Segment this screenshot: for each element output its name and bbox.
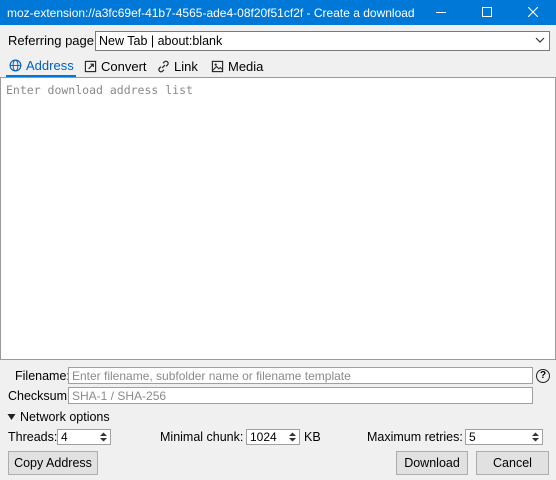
image-icon (211, 60, 224, 72)
minimal-chunk-stepper[interactable]: 1024 (246, 429, 300, 445)
tab-link-label: Link (174, 58, 198, 74)
minimize-button[interactable] (418, 0, 464, 25)
checksum-label: Checksum: (8, 389, 71, 403)
tab-address[interactable]: Address (6, 55, 76, 77)
title-bar: moz-extension://a3fc69ef-41b7-4565-ade4-… (0, 0, 556, 25)
filename-input[interactable] (68, 367, 533, 384)
minimize-icon (436, 12, 446, 13)
referring-page-value: New Tab | about:blank (99, 34, 223, 48)
referring-page-select[interactable]: New Tab | about:blank (95, 31, 550, 51)
address-list-input[interactable] (0, 77, 556, 360)
link-icon (158, 60, 169, 72)
tab-convert-label: Convert (101, 58, 147, 74)
referring-page-label: Referring page: (8, 33, 98, 48)
stepper-arrows-icon[interactable] (98, 431, 109, 443)
globe-icon (9, 59, 22, 71)
maximize-icon (482, 7, 492, 17)
tab-address-label: Address (26, 57, 74, 73)
minimal-chunk-value: 1024 (250, 430, 277, 444)
maximum-retries-stepper[interactable]: 5 (465, 429, 543, 445)
minimal-chunk-label: Minimal chunk: (160, 430, 244, 444)
tab-bar: Address Convert Link Media (0, 55, 556, 77)
stepper-arrows-icon[interactable] (287, 431, 298, 443)
network-options-toggle[interactable]: Network options (7, 410, 110, 424)
maximum-retries-value: 5 (469, 430, 476, 444)
tab-convert[interactable]: Convert (84, 55, 147, 77)
download-button[interactable]: Download (396, 451, 468, 475)
checksum-input[interactable] (68, 387, 533, 404)
tab-media[interactable]: Media (211, 55, 263, 77)
filename-label: Filename: (15, 369, 70, 383)
network-options-label: Network options (20, 410, 110, 424)
close-icon (528, 7, 538, 17)
convert-icon (84, 60, 97, 72)
cancel-button[interactable]: Cancel (476, 451, 549, 475)
copy-address-button[interactable]: Copy Address (8, 451, 98, 475)
help-icon[interactable]: ? (536, 369, 550, 383)
caret-down-icon (7, 414, 16, 420)
threads-label: Threads: (8, 430, 58, 444)
tab-media-label: Media (228, 58, 264, 74)
tab-link[interactable]: Link (157, 55, 198, 77)
chunk-unit: KB (304, 430, 321, 444)
window-title: moz-extension://a3fc69ef-41b7-4565-ade4-… (7, 6, 417, 20)
maximize-button[interactable] (464, 0, 510, 25)
threads-value: 4 (61, 430, 68, 444)
chevron-down-icon (535, 37, 545, 43)
threads-stepper[interactable]: 4 (57, 429, 111, 445)
close-button[interactable] (510, 0, 556, 25)
stepper-arrows-icon[interactable] (530, 431, 541, 443)
maximum-retries-label: Maximum retries: (367, 430, 463, 444)
